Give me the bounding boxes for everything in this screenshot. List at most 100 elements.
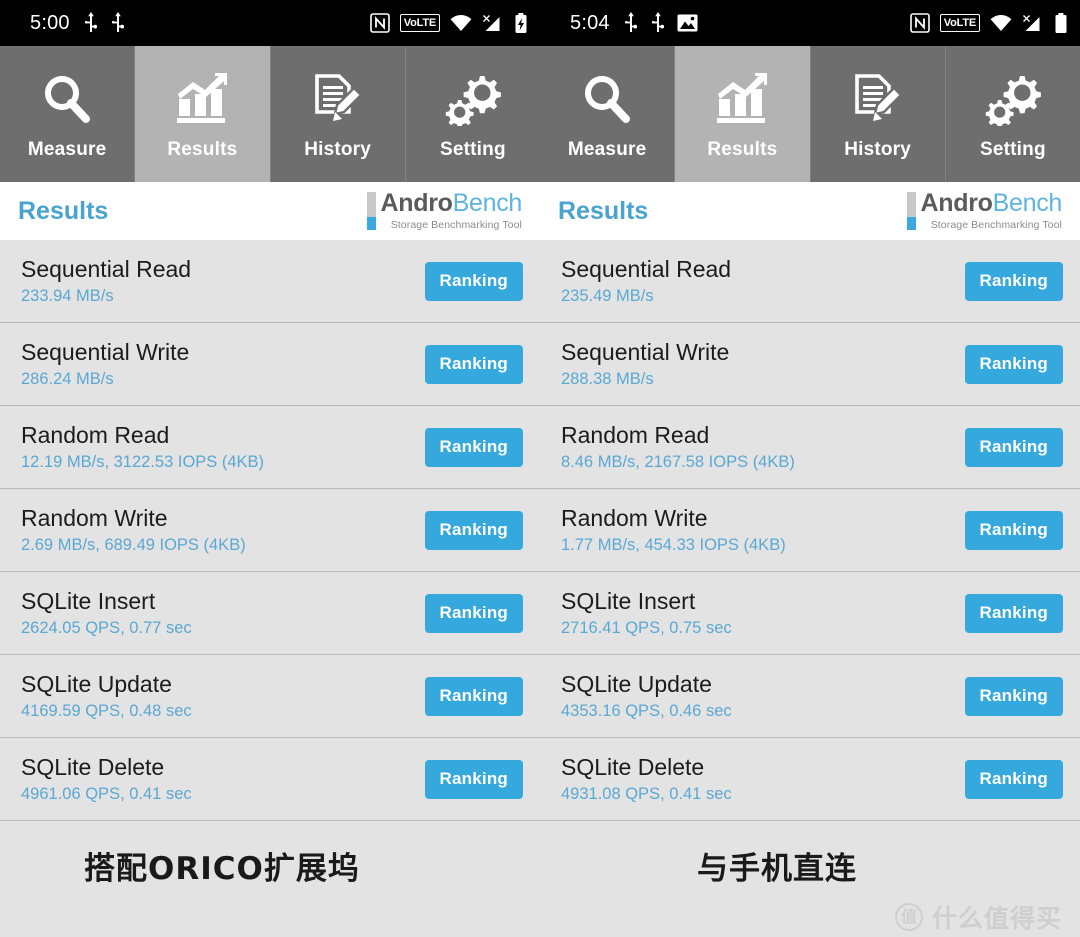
table-row[interactable]: Sequential Read 233.94 MB/s Ranking <box>0 240 540 323</box>
benchmark-value: 288.38 MB/s <box>561 370 654 389</box>
signal-no-service-icon <box>482 14 504 33</box>
tab-label: Setting <box>979 138 1046 160</box>
tab-results[interactable]: Results <box>135 46 271 182</box>
tab-setting[interactable]: Setting <box>405 46 540 182</box>
tab-label: History <box>304 138 372 160</box>
logo-bar-icon <box>906 192 916 230</box>
table-row[interactable]: Random Read 8.46 MB/s, 2167.58 IOPS (4KB… <box>540 406 1080 489</box>
table-row[interactable]: SQLite Delete 4931.08 QPS, 0.41 sec Rank… <box>540 738 1080 821</box>
table-row[interactable]: SQLite Update 4353.16 QPS, 0.46 sec Rank… <box>540 655 1080 738</box>
logo-subtitle: Storage Benchmarking Tool <box>930 219 1062 232</box>
benchmark-value: 4961.06 QPS, 0.41 sec <box>21 785 192 804</box>
volte-badge: VoLTE <box>939 14 980 32</box>
ranking-button[interactable]: Ranking <box>964 510 1063 550</box>
document-pencil-icon <box>311 68 365 130</box>
ranking-button[interactable]: Ranking <box>424 261 523 301</box>
row-texts: SQLite Delete 4961.06 QPS, 0.41 sec <box>21 753 425 804</box>
ranking-button[interactable]: Ranking <box>424 510 523 550</box>
benchmark-name: SQLite Delete <box>561 753 705 780</box>
ranking-button[interactable]: Ranking <box>424 344 523 384</box>
benchmark-name: SQLite Insert <box>21 587 156 614</box>
benchmark-name: Sequential Read <box>21 255 192 282</box>
tab-history[interactable]: History <box>270 46 406 182</box>
ranking-button[interactable]: Ranking <box>424 427 523 467</box>
benchmark-value: 2624.05 QPS, 0.77 sec <box>21 619 192 638</box>
table-row[interactable]: Random Write 1.77 MB/s, 454.33 IOPS (4KB… <box>540 489 1080 572</box>
benchmark-name: Random Read <box>561 421 710 448</box>
table-row[interactable]: Random Read 12.19 MB/s, 3122.53 IOPS (4K… <box>0 406 540 489</box>
usb-icon <box>83 12 99 34</box>
table-row[interactable]: Sequential Write 288.38 MB/s Ranking <box>540 323 1080 406</box>
tab-measure[interactable]: Measure <box>0 46 136 182</box>
ranking-button[interactable]: Ranking <box>964 676 1063 716</box>
status-bar: 5:04 VoLTE <box>540 0 1080 46</box>
results-list: Sequential Read 233.94 MB/s Ranking Sequ… <box>0 240 540 825</box>
row-texts: SQLite Insert 2624.05 QPS, 0.77 sec <box>21 587 425 638</box>
bar-chart-icon <box>174 68 230 130</box>
benchmark-name: SQLite Update <box>561 670 712 697</box>
bar-chart-icon <box>714 68 770 130</box>
tab-measure[interactable]: Measure <box>540 46 676 182</box>
image-icon <box>677 14 698 32</box>
ranking-button[interactable]: Ranking <box>964 427 1063 467</box>
benchmark-value: 8.46 MB/s, 2167.58 IOPS (4KB) <box>561 453 795 472</box>
usb-icon <box>623 12 639 34</box>
row-texts: Random Read 8.46 MB/s, 2167.58 IOPS (4KB… <box>561 421 965 472</box>
panel-left: 5:00 VoLTE Measure Results History Setti… <box>0 0 540 825</box>
benchmark-name: SQLite Delete <box>21 753 165 780</box>
benchmark-value: 4169.59 QPS, 0.48 sec <box>21 702 192 721</box>
panel-right: 5:04 VoLTE Measure Results History Setti… <box>540 0 1080 825</box>
ranking-button[interactable]: Ranking <box>424 593 523 633</box>
tab-setting[interactable]: Setting <box>945 46 1080 182</box>
benchmark-name: Random Write <box>21 504 168 531</box>
benchmark-name: Random Read <box>21 421 170 448</box>
row-texts: Sequential Write 286.24 MB/s <box>21 338 425 389</box>
tab-label: Measure <box>567 138 647 160</box>
watermark-text: 什么值得买 <box>931 904 1062 933</box>
benchmark-name: Sequential Write <box>561 338 730 365</box>
ranking-button[interactable]: Ranking <box>964 593 1063 633</box>
tab-results[interactable]: Results <box>675 46 811 182</box>
results-list: Sequential Read 235.49 MB/s Ranking Sequ… <box>540 240 1080 825</box>
androbench-logo: AndroBench Storage Benchmarking Tool <box>366 191 523 231</box>
logo-text: AndroBench Storage Benchmarking Tool <box>921 191 1063 231</box>
table-row[interactable]: SQLite Delete 4961.06 QPS, 0.41 sec Rank… <box>0 738 540 821</box>
logo-wordmark: AndroBench <box>921 191 1063 216</box>
page-title: Results <box>18 196 109 225</box>
row-texts: SQLite Insert 2716.41 QPS, 0.75 sec <box>561 587 965 638</box>
nfc-icon <box>369 13 390 33</box>
row-texts: Random Write 1.77 MB/s, 454.33 IOPS (4KB… <box>561 504 965 555</box>
logo-bar-icon <box>366 192 376 230</box>
table-row[interactable]: Random Write 2.69 MB/s, 689.49 IOPS (4KB… <box>0 489 540 572</box>
row-texts: Sequential Read 235.49 MB/s <box>561 256 965 306</box>
logo-primary: Andro <box>920 189 993 218</box>
logo-secondary: Bench <box>452 189 523 218</box>
benchmark-value: 233.94 MB/s <box>21 287 114 306</box>
ranking-button[interactable]: Ranking <box>424 759 523 799</box>
table-row[interactable]: Sequential Read 235.49 MB/s Ranking <box>540 240 1080 323</box>
benchmark-name: Random Write <box>561 504 708 531</box>
magnifier-icon <box>40 68 94 130</box>
ranking-button[interactable]: Ranking <box>964 759 1063 799</box>
row-texts: SQLite Update 4169.59 QPS, 0.48 sec <box>21 671 425 721</box>
ranking-button[interactable]: Ranking <box>964 261 1063 301</box>
signal-no-service-icon <box>1022 14 1044 33</box>
tab-bar: Measure Results History Setting <box>0 46 540 182</box>
ranking-button[interactable]: Ranking <box>424 676 523 716</box>
row-texts: Sequential Read 233.94 MB/s <box>21 255 425 306</box>
benchmark-name: SQLite Insert <box>561 587 696 614</box>
logo-subtitle: Storage Benchmarking Tool <box>390 219 522 232</box>
tab-label: Measure <box>27 138 107 160</box>
logo-text: AndroBench Storage Benchmarking Tool <box>381 191 523 231</box>
benchmark-value: 235.49 MB/s <box>561 287 654 306</box>
table-row[interactable]: Sequential Write 286.24 MB/s Ranking <box>0 323 540 406</box>
ranking-button[interactable]: Ranking <box>964 344 1063 384</box>
logo-secondary: Bench <box>992 189 1063 218</box>
table-row[interactable]: SQLite Insert 2624.05 QPS, 0.77 sec Rank… <box>0 572 540 655</box>
volte-badge: VoLTE <box>399 14 440 32</box>
tab-history[interactable]: History <box>810 46 946 182</box>
benchmark-value: 4931.08 QPS, 0.41 sec <box>561 785 732 804</box>
benchmark-name: Sequential Write <box>21 338 190 365</box>
table-row[interactable]: SQLite Update 4169.59 QPS, 0.48 sec Rank… <box>0 655 540 738</box>
table-row[interactable]: SQLite Insert 2716.41 QPS, 0.75 sec Rank… <box>540 572 1080 655</box>
